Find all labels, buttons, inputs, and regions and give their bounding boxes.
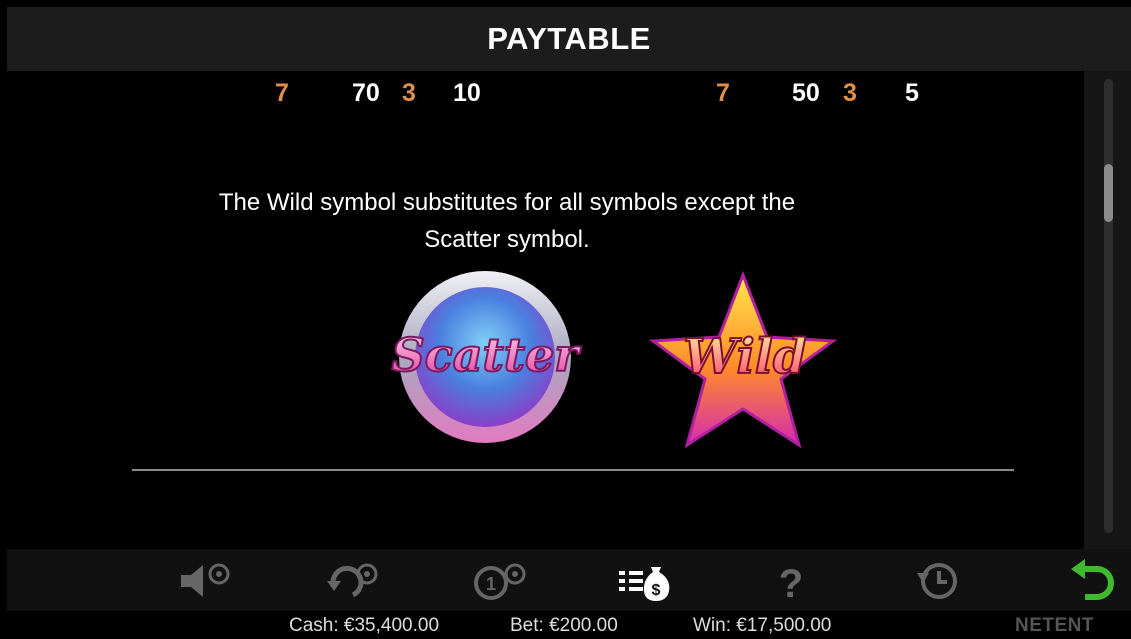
bet-amount: Bet: €200.00 [510, 615, 618, 636]
paytable-content: 7 70 3 10 7 50 3 5 The Wild symbol subst… [7, 71, 1084, 549]
svg-text:Wild: Wild [683, 329, 806, 385]
page-title: PAYTABLE [487, 21, 651, 56]
status-bar: Cash: €35,400.00 Bet: €200.00 Win: €17,5… [7, 611, 1131, 639]
svg-text:1: 1 [486, 574, 496, 594]
paytable-button[interactable]: $ [613, 557, 677, 605]
section-divider [132, 469, 1014, 471]
help-icon: ? [779, 562, 803, 603]
sound-settings-icon [181, 563, 230, 597]
payout-value: 70 [352, 79, 380, 107]
payout-count: 7 [275, 79, 289, 107]
coin-settings-icon: 1 [474, 563, 526, 600]
payout-count: 7 [716, 79, 730, 107]
paytable-icon: $ [619, 567, 670, 601]
scatter-symbol-icon: Scatter [390, 271, 583, 443]
back-icon [1071, 559, 1114, 600]
payout-count: 3 [843, 79, 857, 107]
help-button[interactable]: ? [759, 557, 823, 605]
win-amount: Win: €17,500.00 [693, 615, 832, 636]
wild-description: The Wild symbol substitutes for all symb… [218, 189, 796, 253]
wild-symbol-icon: Wild [648, 270, 838, 449]
header: PAYTABLE [7, 7, 1131, 71]
history-button[interactable] [905, 557, 969, 605]
coin-settings-button[interactable]: 1 [469, 557, 533, 605]
payout-value: 5 [905, 79, 919, 107]
svg-text:Scatter: Scatter [391, 328, 582, 382]
payout-value: 50 [792, 79, 820, 107]
game-frame: PAYTABLE 7 70 3 10 7 50 3 5 The Wild sym… [7, 7, 1131, 639]
sound-settings-button[interactable] [175, 557, 239, 605]
symbol-images: Scatter Wild [367, 261, 847, 451]
svg-text:?: ? [779, 562, 803, 603]
back-button[interactable] [1061, 557, 1125, 605]
cash-balance: Cash: €35,400.00 [289, 615, 440, 636]
history-icon [917, 563, 957, 599]
scrollbar-thumb[interactable] [1104, 164, 1113, 222]
scrollbar-rail [1104, 79, 1113, 533]
scrollbar[interactable] [1084, 71, 1131, 549]
brand-logo: NETENT [1015, 615, 1094, 636]
bottom-toolbar: 1 $ ? [7, 549, 1131, 611]
autoplay-settings-icon [327, 563, 378, 598]
autoplay-settings-button[interactable] [321, 557, 385, 605]
payout-value: 10 [453, 79, 481, 107]
payout-count: 3 [402, 79, 416, 107]
svg-text:$: $ [652, 582, 661, 599]
